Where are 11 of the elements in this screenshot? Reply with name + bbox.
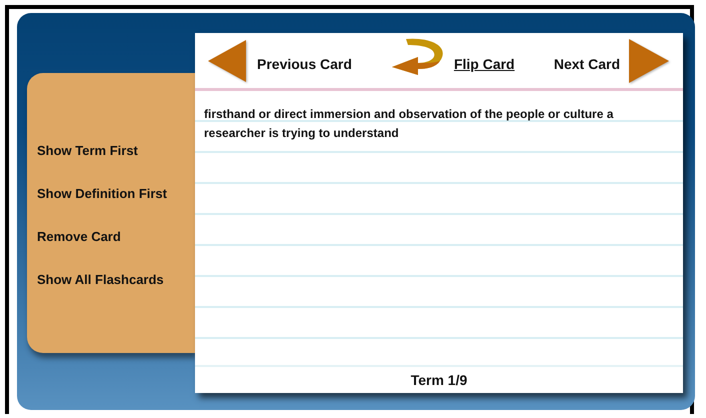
flip-card-link[interactable]: Flip Card — [454, 56, 515, 72]
card-definition: firsthand or direct immersion and observation of the people or culture a researcher is trying to understand — [204, 106, 614, 142]
left-arrow-icon[interactable] — [208, 40, 248, 82]
sidebar-link[interactable]: Show Definition First — [37, 184, 167, 203]
sidebar-link[interactable]: Remove Card — [37, 227, 121, 246]
right-arrow-icon[interactable] — [629, 38, 669, 82]
sidebar-link[interactable]: Show All Flashcards — [37, 270, 164, 289]
sidebar-link[interactable]: Show Term First — [37, 141, 138, 160]
previous-card-link[interactable]: Previous Card — [257, 56, 352, 72]
next-card-link[interactable]: Next Card — [554, 56, 620, 72]
card-counter: Term 1/9 — [195, 365, 683, 393]
